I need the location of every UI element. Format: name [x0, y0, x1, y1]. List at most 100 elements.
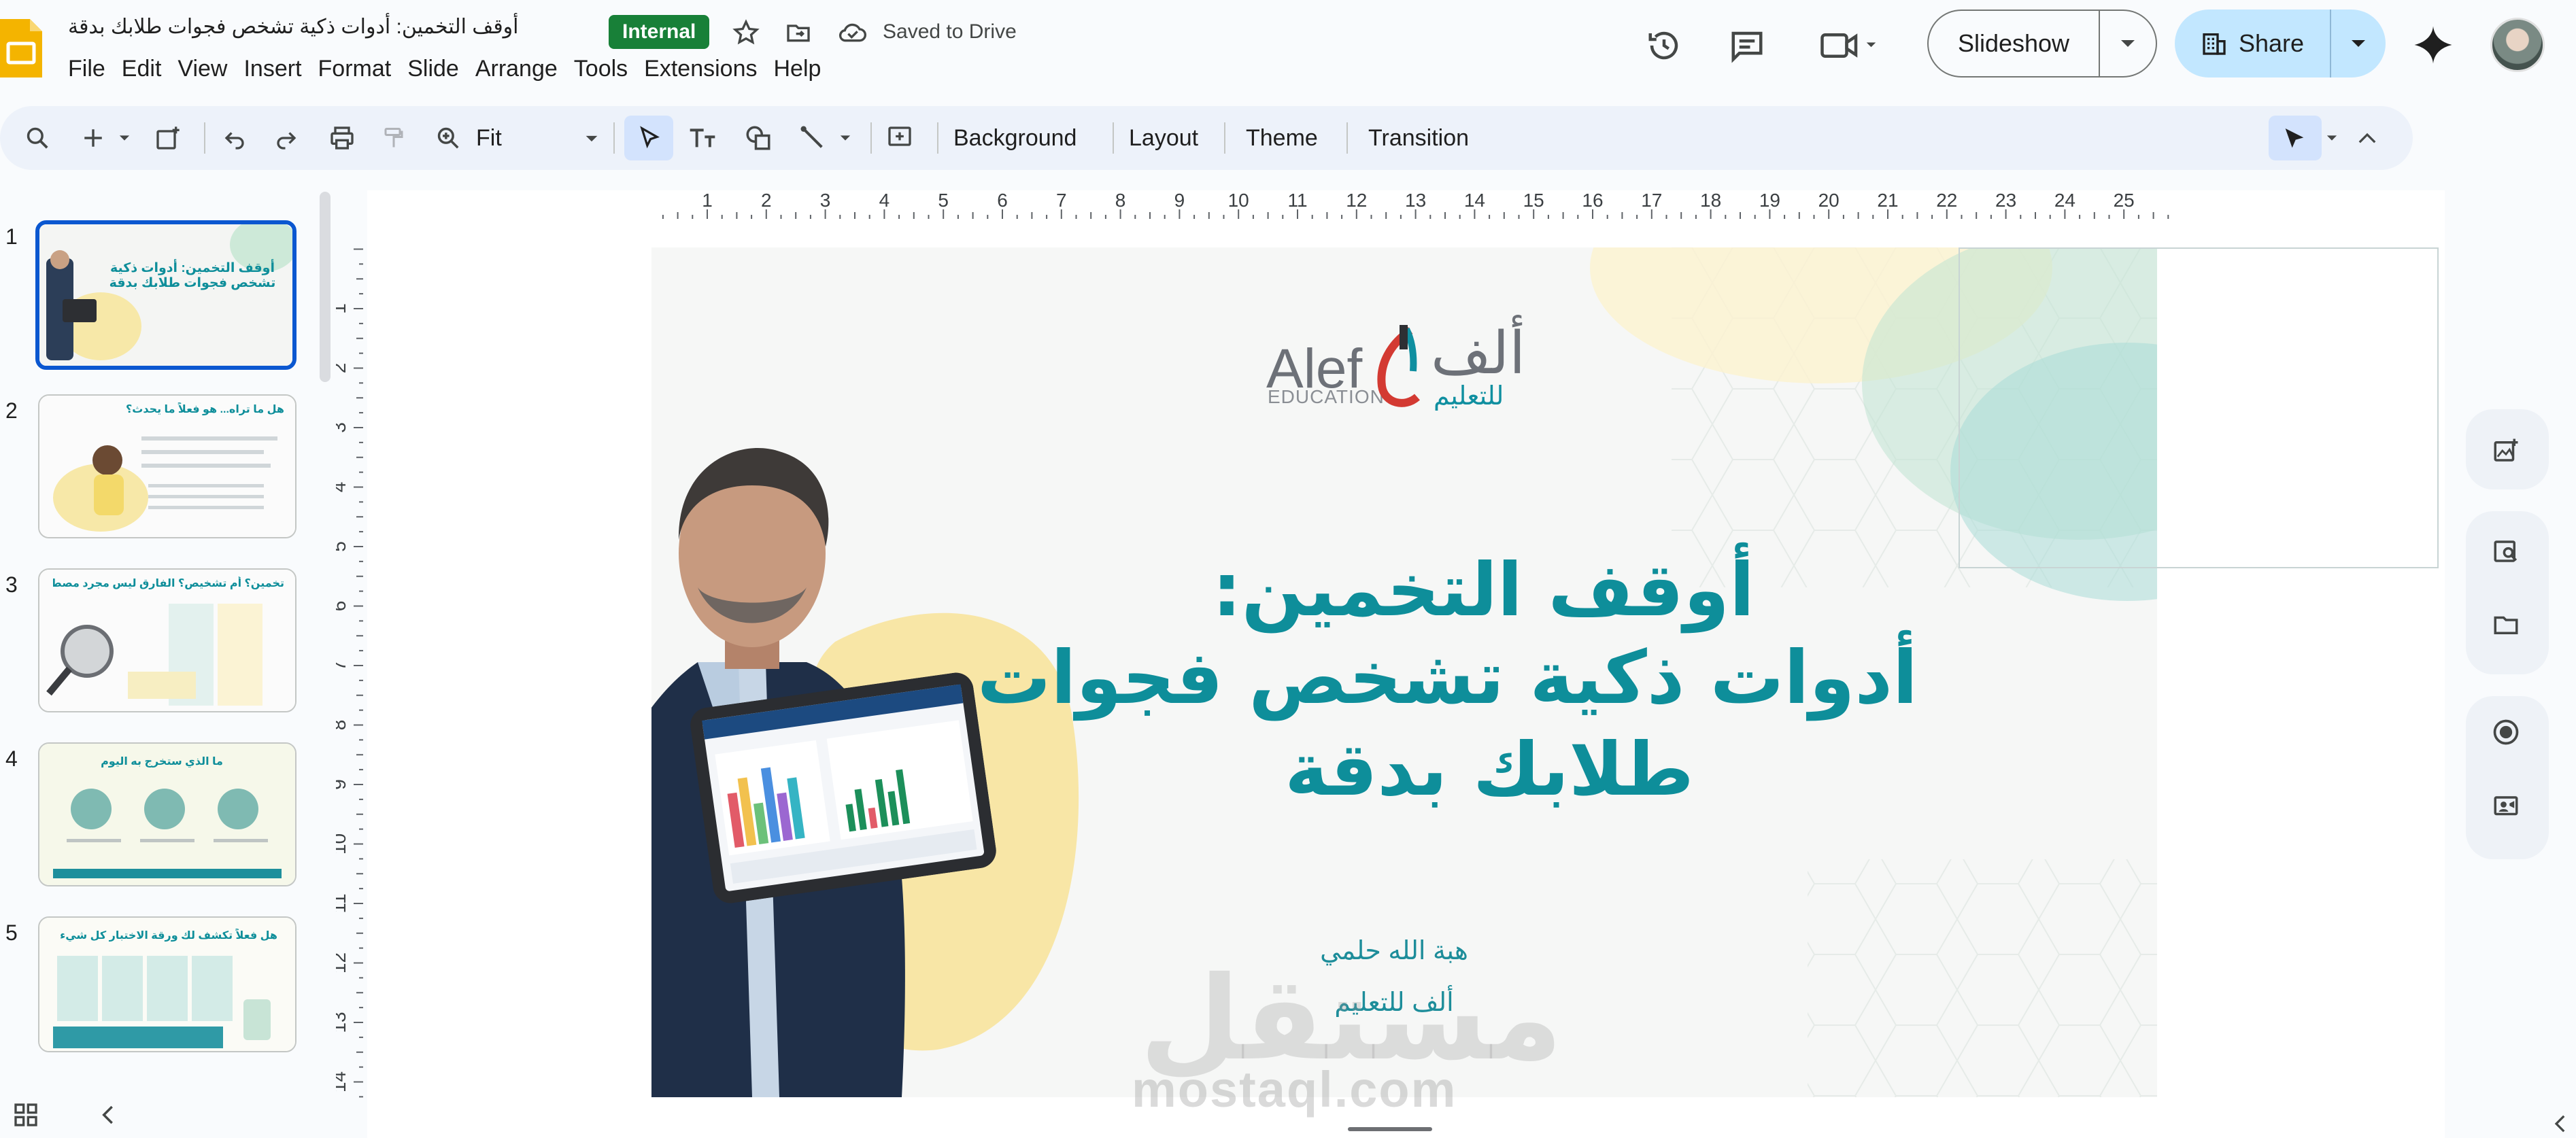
transition-button[interactable]: Transition — [1368, 122, 1469, 154]
background-button[interactable]: Background — [953, 122, 1077, 154]
share-button[interactable]: Share — [2175, 10, 2386, 77]
menu-insert[interactable]: Insert — [243, 56, 318, 82]
pointer-dropdown-icon[interactable] — [2322, 121, 2342, 155]
filmstrip-scrollbar[interactable] — [320, 192, 331, 382]
redo-icon[interactable] — [269, 121, 303, 155]
collapse-toolbar-icon[interactable] — [2350, 121, 2384, 155]
ruler-label: 2 — [336, 363, 350, 374]
vertical-ruler[interactable]: 1234567891011121314 — [336, 246, 363, 1103]
menu-extensions[interactable]: Extensions — [644, 56, 773, 82]
zoom-value: Fit — [476, 125, 502, 151]
menu-help[interactable]: Help — [774, 56, 838, 82]
video-presenter-side-icon[interactable] — [2489, 790, 2523, 824]
shape-icon[interactable] — [741, 121, 775, 155]
share-dropdown-icon[interactable] — [2331, 10, 2386, 77]
slide-title-line-3[interactable]: طلابك بدقة — [1224, 727, 1755, 812]
ruler-label: 2 — [761, 192, 772, 211]
slide-title-line-1[interactable]: أوقف التخمين: — [1213, 548, 1755, 633]
ruler-label: 3 — [336, 422, 350, 433]
ruler-label: 11 — [336, 893, 350, 913]
meet-video-icon[interactable] — [1816, 24, 1884, 67]
move-to-folder-icon[interactable] — [783, 18, 813, 48]
ruler-label: 24 — [2054, 192, 2075, 211]
horizontal-ruler[interactable]: 1 2 3 4 5 6 7 8 9 10 11 12 13 14 15 16 17 18 19 20 21 22 23 24 2… — [653, 192, 2414, 219]
layout-button[interactable]: Layout — [1129, 122, 1198, 154]
ruler-label: 6 — [997, 192, 1008, 211]
select-tool[interactable] — [624, 116, 673, 160]
menu-tools[interactable]: Tools — [574, 56, 644, 82]
account-avatar[interactable] — [2490, 18, 2545, 72]
menu-view[interactable]: View — [177, 56, 243, 82]
star-icon[interactable] — [731, 18, 761, 48]
cloud-saved-icon[interactable] — [838, 18, 868, 48]
slideshow-dropdown-icon[interactable] — [2100, 11, 2156, 76]
slide-thumbnail-5[interactable]: هل فعلاً تكشف لك ورقة الاختبار كل شيء؟ — [38, 916, 296, 1052]
menu-file[interactable]: File — [68, 56, 122, 82]
slide-thumbnail-2[interactable]: هل ما تراه... هو فعلاً ما يحدث؟ — [38, 394, 296, 538]
alef-logo-arabic: ألف — [1431, 321, 1526, 386]
slide-thumbnail-4[interactable]: ما الذي ستخرج به اليوم — [38, 742, 296, 886]
pointer-mode-button[interactable] — [2269, 116, 2322, 160]
comments-icon[interactable] — [1726, 24, 1768, 67]
ruler-label: 10 — [1228, 192, 1249, 211]
slide-thumbnail-title: ما الذي ستخرج به اليوم — [101, 756, 223, 768]
zoom-select[interactable]: Fit — [476, 121, 598, 155]
share-label: Share — [2238, 29, 2305, 57]
tablet-dashboard-image[interactable] — [688, 670, 998, 906]
app-header: أوقف التخمين: أدوات ذكية تشخص فجوات طلاب… — [0, 0, 2576, 102]
menu-format[interactable]: Format — [318, 56, 408, 82]
explore-image-side-icon[interactable] — [2489, 534, 2523, 568]
record-side-icon[interactable] — [2489, 715, 2523, 749]
folder-side-icon[interactable] — [2489, 608, 2523, 642]
expand-side-panel-icon[interactable] — [2546, 1107, 2573, 1138]
ruler-label: 12 — [1346, 192, 1367, 211]
menu-arrange[interactable]: Arrange — [475, 56, 574, 82]
new-slide-dropdown-icon[interactable] — [114, 121, 135, 155]
print-icon[interactable] — [325, 121, 359, 155]
menu-slide[interactable]: Slide — [407, 56, 475, 82]
ruler-label: 13 — [1405, 192, 1426, 211]
document-title[interactable]: أوقف التخمين: أدوات ذكية تشخص فجوات طلاب… — [68, 15, 519, 39]
toolbar: Fit Background Layout Theme Transition — [0, 106, 2413, 170]
slides-logo-icon[interactable] — [0, 19, 42, 77]
slideshow-label[interactable]: Slideshow — [1929, 11, 2100, 76]
gemini-sparkle-icon[interactable] — [2413, 24, 2454, 65]
mostaql-watermark-url: mostaql.com — [1132, 1061, 1457, 1118]
theme-button[interactable]: Theme — [1246, 122, 1318, 154]
internal-badge[interactable]: Internal — [609, 15, 710, 49]
ruler-label: 15 — [1523, 192, 1544, 211]
menu-edit[interactable]: Edit — [122, 56, 178, 82]
slide-thumbnail-title: تخمين؟ أم تشخيص؟ الفارق ليس مجرد مصطلح — [53, 578, 284, 589]
share-building-icon — [2203, 33, 2226, 55]
selected-shape-outline[interactable] — [1959, 247, 2439, 568]
add-comment-icon[interactable] — [883, 121, 917, 155]
ruler-label: 14 — [1464, 192, 1485, 211]
add-image-side-icon[interactable] — [2489, 434, 2523, 468]
ruler-label: 1 — [336, 303, 350, 314]
slide-number: 1 — [5, 224, 18, 249]
ruler-label: 14 — [336, 1071, 350, 1092]
zoom-icon[interactable] — [431, 121, 465, 155]
insert-image-layout-icon[interactable] — [151, 121, 185, 155]
line-dropdown-icon[interactable] — [835, 121, 855, 155]
undo-icon[interactable] — [218, 121, 252, 155]
slide-thumbnail-1[interactable]: أوقف التخمين: أدوات ذكية تشخص فجوات طلاب… — [35, 220, 296, 370]
ruler-label: 19 — [1759, 192, 1780, 211]
cursor-arrow-icon — [640, 126, 660, 149]
zoom-dropdown-icon — [586, 135, 598, 142]
text-box-icon[interactable] — [685, 121, 719, 155]
line-icon[interactable] — [796, 121, 830, 155]
search-menus-icon[interactable] — [20, 121, 54, 155]
ruler-label: 9 — [1174, 192, 1185, 211]
slide-number: 4 — [5, 746, 18, 771]
new-slide-icon[interactable] — [76, 121, 110, 155]
slideshow-button[interactable]: Slideshow — [1927, 10, 2157, 77]
slide-thumbnail-3[interactable]: تخمين؟ أم تشخيص؟ الفارق ليس مجرد مصطلح — [38, 568, 296, 712]
slide-thumbnail-title: هل فعلاً تكشف لك ورقة الاختبار كل شيء؟ — [60, 930, 277, 942]
collapse-filmstrip-icon[interactable] — [99, 1104, 116, 1126]
slide-title-line-2[interactable]: أدوات ذكية تشخص فجوات — [977, 636, 1918, 721]
version-history-icon[interactable] — [1643, 24, 1685, 67]
horizontal-scrollbar[interactable] — [1348, 1127, 1432, 1131]
paint-format-icon[interactable] — [377, 121, 411, 155]
grid-view-icon[interactable] — [12, 1101, 39, 1128]
